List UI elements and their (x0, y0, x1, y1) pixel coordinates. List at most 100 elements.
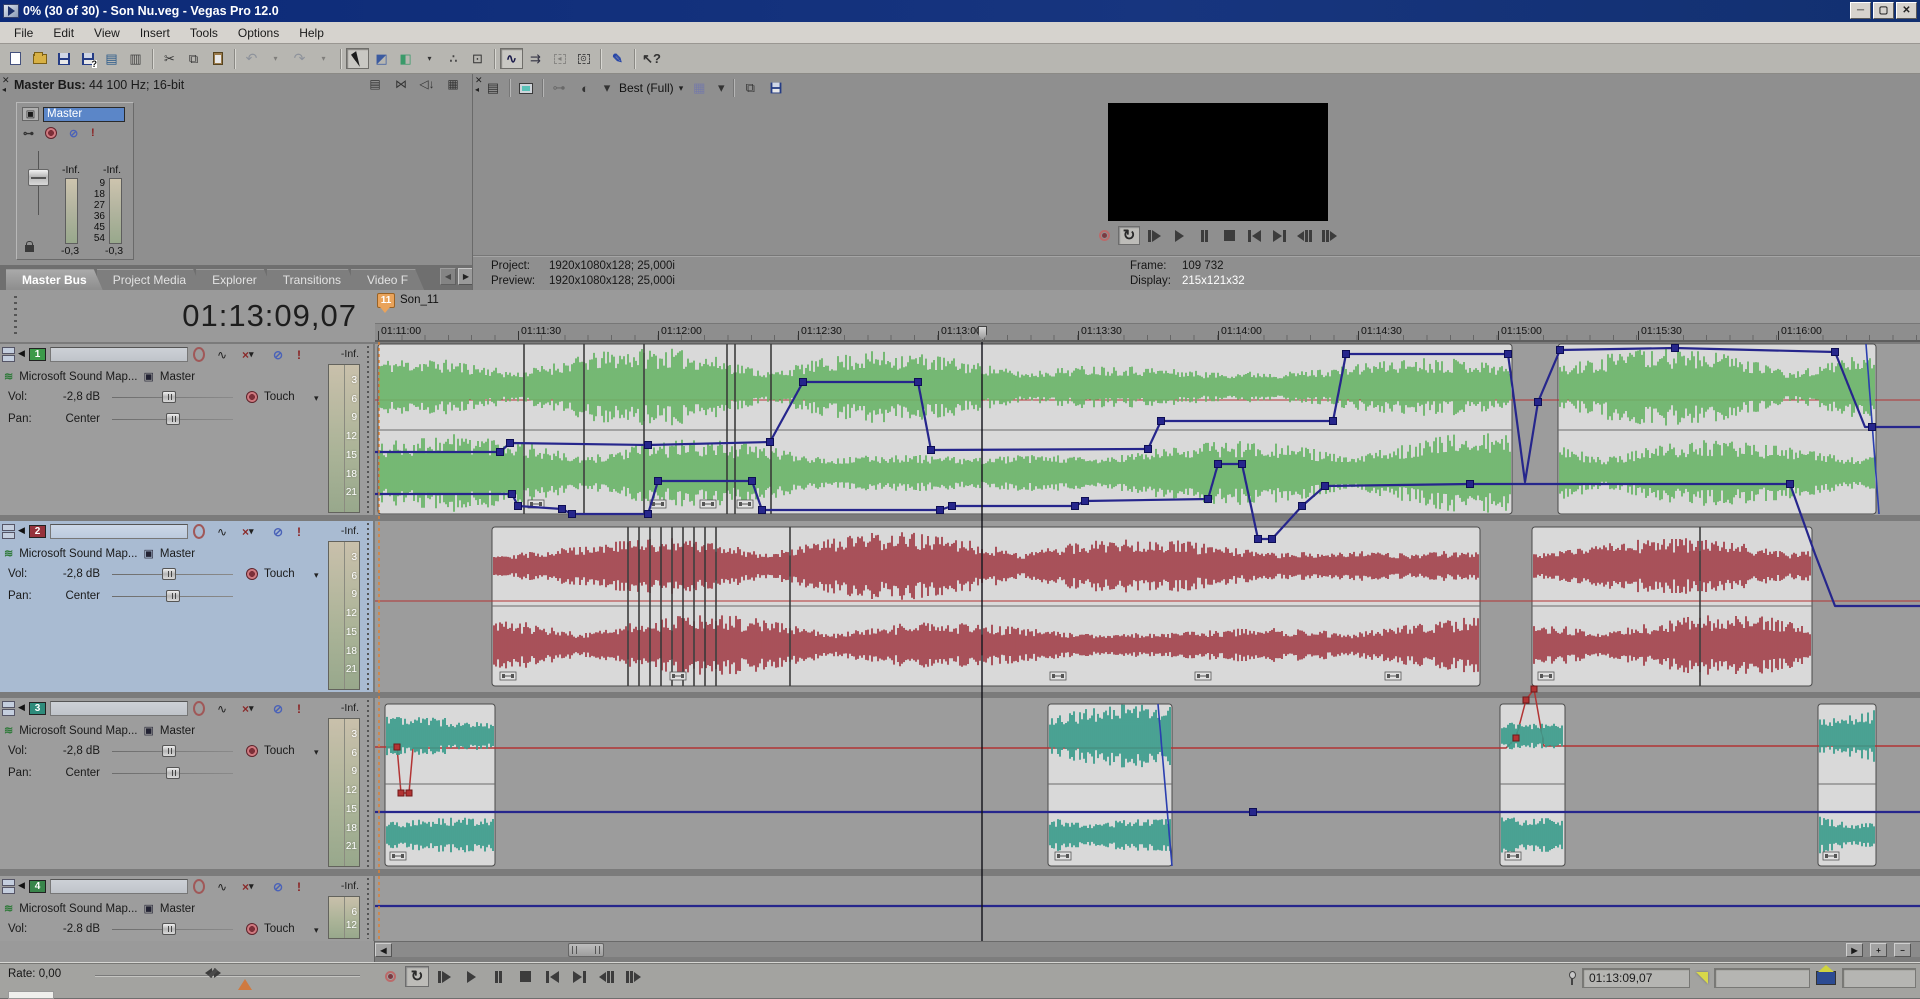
track-header-3[interactable]: ◀3∿×▾⊘!-Inf.≋Microsoft Sound Map...▣Mast… (0, 698, 373, 869)
pan-value[interactable]: Center (38, 767, 100, 779)
enable-snapping-icon[interactable]: ∿ (500, 48, 523, 69)
envelope-node[interactable] (1869, 424, 1876, 431)
envelope-node[interactable] (1535, 399, 1542, 406)
envelope-node[interactable] (759, 507, 766, 514)
insert-fx-icon[interactable]: ⊶ (23, 127, 34, 140)
project-properties-icon[interactable]: ? (76, 48, 99, 69)
envelope-node[interactable] (1250, 809, 1257, 816)
envelope-node[interactable] (915, 379, 922, 386)
audio-device-name[interactable]: Microsoft Sound Map... (19, 903, 137, 915)
bus-assign-icon[interactable]: ▣ (143, 370, 153, 383)
envelope-node[interactable] (655, 478, 662, 485)
automation-mode-value[interactable]: Touch (264, 745, 295, 757)
whats-this-help-icon[interactable]: ↖? (640, 48, 663, 69)
automation-dropdown-icon[interactable]: ▾ (314, 570, 319, 581)
record-button[interactable] (1093, 226, 1115, 245)
pan-envelope-node[interactable] (1513, 735, 1519, 741)
device-chain-icon[interactable]: ≋ (4, 724, 13, 737)
go-to-start-button[interactable] (540, 966, 564, 987)
envelope-node[interactable] (1072, 503, 1079, 510)
project-video-properties-icon[interactable]: ▤ (483, 79, 503, 97)
envelope-node[interactable] (1205, 496, 1212, 503)
previous-frame-button[interactable] (594, 966, 618, 987)
track-minimize-icons[interactable] (2, 879, 15, 895)
play-from-start-button[interactable] (432, 966, 456, 987)
video-display[interactable] (1108, 103, 1328, 221)
go-to-end-button[interactable] (1268, 226, 1290, 245)
bus-properties-icon[interactable]: ▤ (366, 76, 384, 92)
envelope-node[interactable] (949, 503, 956, 510)
zoom-edit-tool-icon[interactable]: ⊙ (572, 48, 595, 69)
vol-value[interactable]: -2,8 dB (38, 568, 100, 580)
device-chain-icon[interactable]: ≋ (4, 370, 13, 383)
publish-project-icon[interactable]: ▥ (124, 48, 147, 69)
maximize-button[interactable]: ▢ (1873, 2, 1894, 19)
automation-mode-value[interactable]: Touch (264, 923, 295, 935)
cursor-timecode[interactable]: 01:13:09,07 (182, 298, 357, 334)
minimize-button[interactable]: ─ (1850, 2, 1871, 19)
track-header-1[interactable]: ◀1∿×▾⊘!-Inf.≋Microsoft Sound Map...▣Mast… (0, 344, 373, 515)
envelope-node[interactable] (515, 503, 522, 510)
track-fx-icon[interactable]: ×▾ (242, 524, 254, 539)
stop-button[interactable] (1218, 226, 1240, 245)
envelope-node[interactable] (507, 440, 514, 447)
invert-phase-icon[interactable]: ∿ (217, 524, 227, 539)
close-preview-icon[interactable]: ✕ (475, 76, 483, 84)
envelope-node[interactable] (937, 507, 944, 514)
lock-fader-icon[interactable] (25, 245, 34, 252)
menu-help[interactable]: Help (289, 23, 334, 43)
arm-record-icon[interactable] (193, 524, 205, 539)
device-chain-icon[interactable]: ≋ (4, 902, 13, 915)
split-screen-dropdown-icon[interactable]: ▾ (601, 79, 613, 97)
bus-assign-icon[interactable]: ▣ (143, 902, 153, 915)
invert-phase-icon[interactable]: ∿ (217, 347, 227, 362)
envelope-node[interactable] (1145, 446, 1152, 453)
preview-quality-dropdown[interactable]: Best (Full) ▾ (619, 81, 683, 95)
bus-name-field[interactable]: Master (43, 107, 125, 122)
vol-slider-thumb[interactable] (162, 745, 176, 757)
arm-record-icon[interactable] (193, 879, 205, 894)
collapse-panel-icon[interactable]: ◂ (2, 86, 6, 94)
solo-icon[interactable]: ! (297, 701, 301, 716)
automation-gear-icon[interactable] (45, 127, 57, 142)
event-fx-icon[interactable] (500, 672, 516, 680)
solo-icon[interactable]: ! (297, 524, 301, 539)
auto-ripple-icon[interactable]: ⇉ (524, 48, 547, 69)
bus-button-icon[interactable]: ▣ (22, 107, 39, 121)
pan-slider-thumb[interactable] (166, 590, 180, 602)
rate-marker-icon[interactable] (238, 979, 252, 990)
bus-assign-name[interactable]: Master (160, 725, 195, 737)
timeline-ruler[interactable]: 01:11:0001:11:3001:12:0001:12:3001:13:00… (375, 323, 1920, 342)
pan-slider-thumb[interactable] (166, 767, 180, 779)
envelope-node[interactable] (1239, 461, 1246, 468)
track-name-field[interactable] (50, 879, 188, 894)
invert-phase-icon[interactable]: ∿ (217, 701, 227, 716)
record-button[interactable] (378, 966, 402, 987)
envelope-node[interactable] (1787, 481, 1794, 488)
pan-value[interactable]: Center (38, 413, 100, 425)
track-header-2[interactable]: ◀2∿×▾⊘!-Inf.≋Microsoft Sound Map...▣Mast… (0, 521, 373, 692)
overlay-dropdown-icon[interactable]: ▾ (715, 79, 727, 97)
bus-assign-name[interactable]: Master (160, 548, 195, 560)
envelope-node[interactable] (767, 439, 774, 446)
envelope-node[interactable] (800, 379, 807, 386)
selection-end-field[interactable] (1714, 968, 1810, 988)
new-project-icon[interactable] (4, 48, 27, 69)
close-panel-icon[interactable]: ✕ (2, 76, 10, 84)
audio-device-name[interactable]: Microsoft Sound Map... (19, 371, 137, 383)
device-chain-icon[interactable]: ≋ (4, 547, 13, 560)
vol-automation-gear-icon[interactable] (246, 391, 258, 403)
arm-record-icon[interactable] (193, 347, 205, 362)
pause-button[interactable] (486, 966, 510, 987)
marker-label[interactable]: Son_11 (400, 294, 439, 306)
cut-icon[interactable]: ✂ (158, 48, 181, 69)
arm-record-icon[interactable] (193, 701, 205, 716)
mute-bus-icon[interactable]: ⊘ (69, 127, 78, 140)
pan-envelope-node[interactable] (1523, 697, 1529, 703)
lock-envelopes-icon[interactable]: ⊡ (466, 48, 489, 69)
pan-value[interactable]: Center (38, 590, 100, 602)
envelope-node[interactable] (509, 491, 516, 498)
loop-playback-button[interactable]: ↻ (1118, 226, 1140, 245)
selection-length-field[interactable] (1842, 968, 1916, 988)
next-frame-button[interactable] (1318, 226, 1340, 245)
